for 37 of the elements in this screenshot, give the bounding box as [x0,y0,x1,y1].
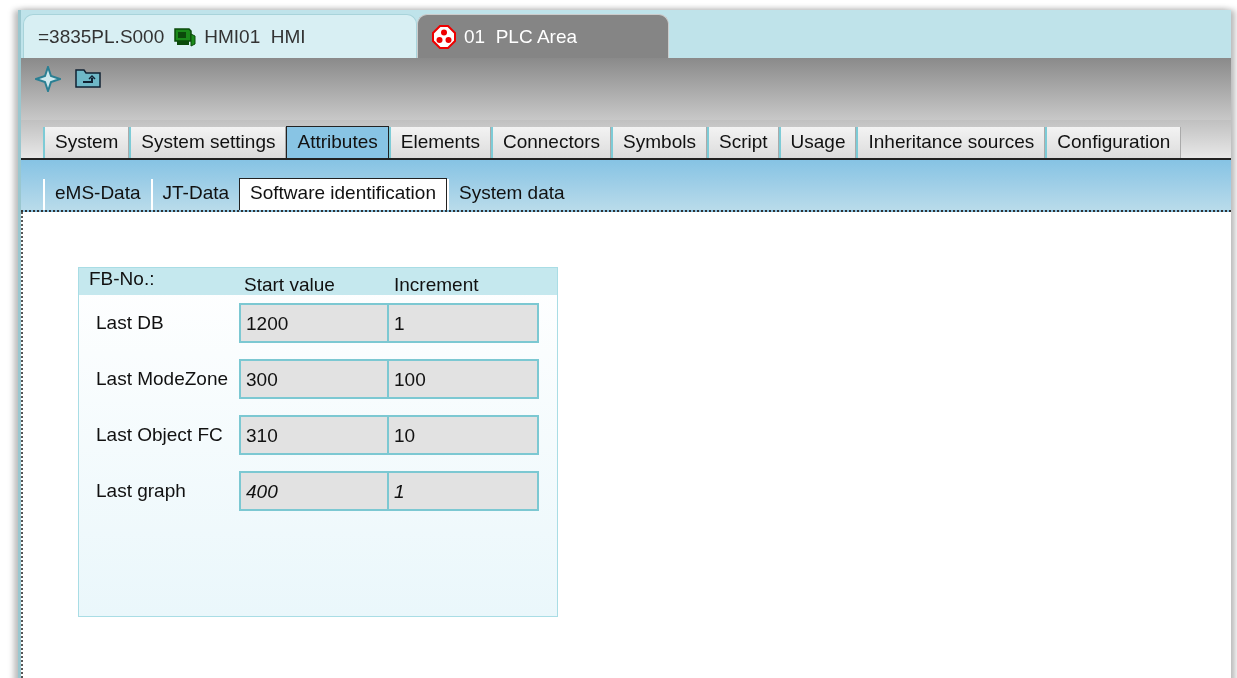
tab[interactable]: Elements [388,127,491,158]
tab-title: 01 PLC Area [464,25,578,48]
sub-tab[interactable]: eMS-Data [43,179,151,210]
row-label: Last graph [96,480,187,502]
input-field[interactable]: 100 [389,359,539,399]
tab[interactable]: System settings [129,127,287,158]
row-label: Last ModeZone [96,368,230,390]
column-header: Start value [244,274,336,296]
column-header: Increment [394,274,480,296]
tab[interactable]: Symbols [611,127,707,158]
document-path: =3835PL.S000 [38,25,165,48]
monitor-icon [172,25,197,48]
input-field[interactable]: 10 [389,415,539,455]
input-field[interactable]: 310 [239,415,389,455]
tab[interactable]: Attributes [286,126,389,158]
sub-tab[interactable]: Software identification [239,178,447,210]
document-tab[interactable]: 01 PLC Area [417,14,669,58]
input-field[interactable]: 1200 [239,303,389,343]
tab[interactable]: Connectors [490,127,612,158]
sub-tab[interactable]: System data [446,179,575,210]
row-label: Last Object FC [96,424,224,446]
four-point-star-icon[interactable] [35,66,61,92]
octagon-dots-icon [432,24,456,49]
input-field[interactable]: 1 [389,471,539,511]
input-field[interactable]: 1 [389,303,539,343]
input-field[interactable]: 300 [239,359,389,399]
tab[interactable]: System [43,127,130,158]
document-tab[interactable]: =3835PL.S000 HMI01 HMI [23,14,417,58]
folder-icon[interactable] [75,66,101,88]
tab[interactable]: Usage [778,127,857,158]
tab-title: HMI01 HMI [204,25,306,48]
tab[interactable]: Script [706,127,779,158]
input-field[interactable]: 400 [239,471,389,511]
panel-title: FB-No.: [89,268,156,290]
tab[interactable]: Inheritance sources [856,127,1046,158]
row-label: Last DB [96,312,165,334]
tab[interactable]: Configuration [1045,127,1182,158]
